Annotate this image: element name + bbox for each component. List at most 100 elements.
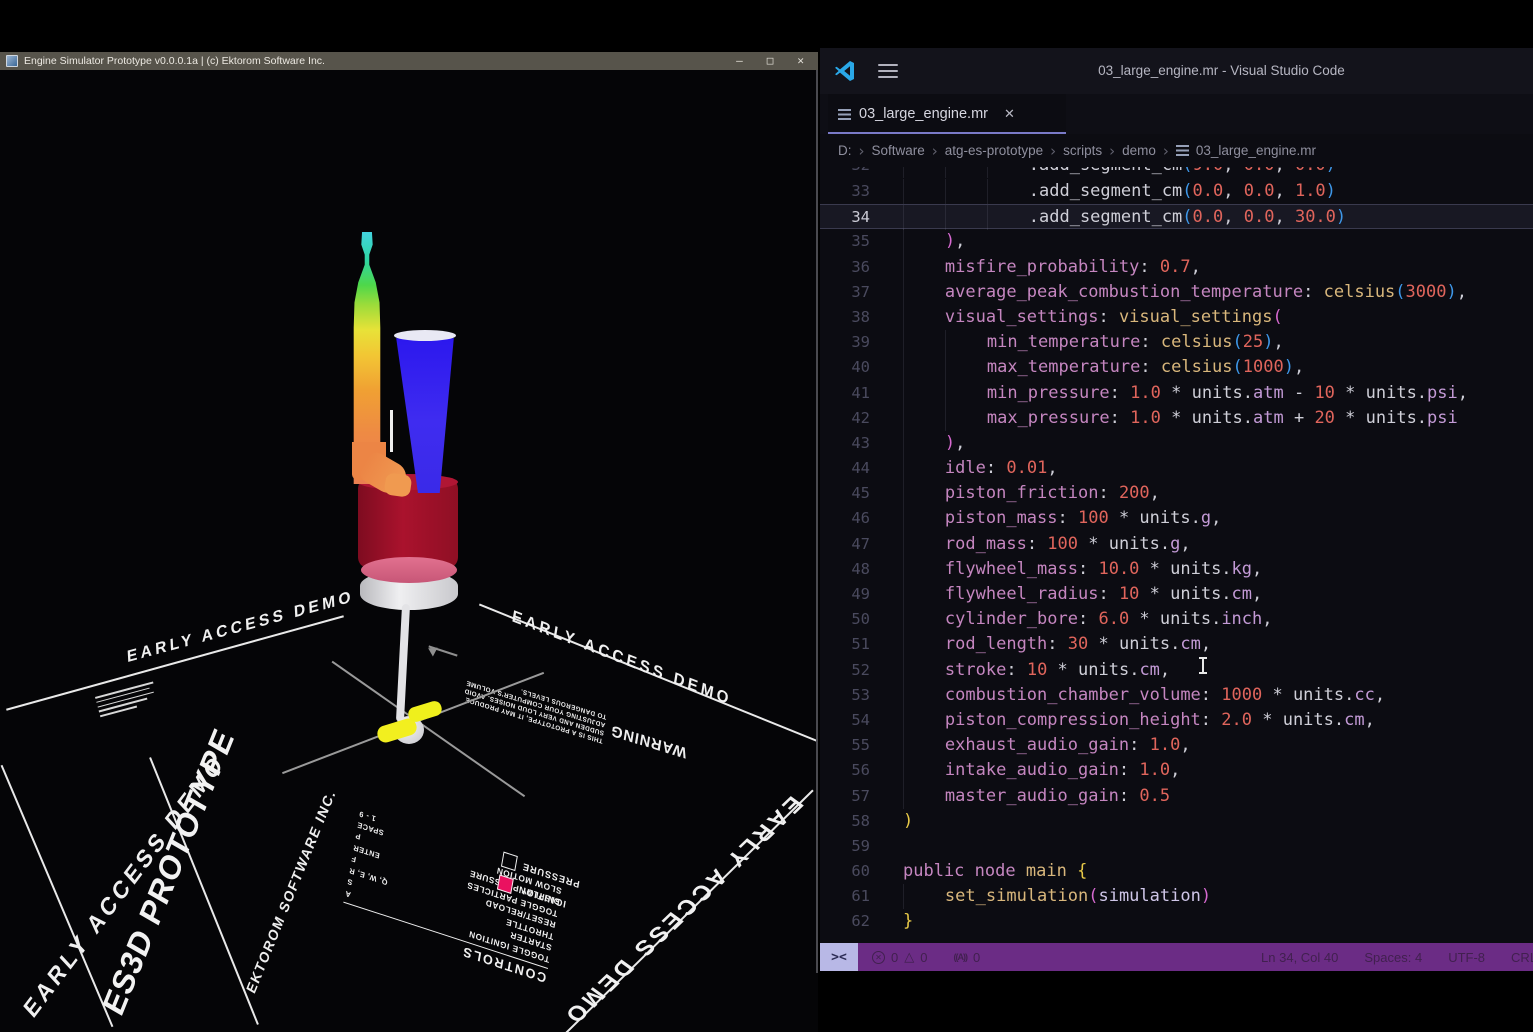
vscode-titlebar: 03_large_engine.mr - Visual Studio Code <box>820 48 1533 94</box>
chevron-right-icon: › <box>932 142 938 160</box>
code-line[interactable]: 62} <box>820 909 1533 934</box>
remote-indicator[interactable]: >< <box>820 943 858 971</box>
line-number: 50 <box>820 607 870 632</box>
code-lines: 32 .add_segment_cm(9.0, 0.0, 0.0)33 .add… <box>820 167 1533 935</box>
line-number: 51 <box>820 632 870 657</box>
intake-horn-rim <box>394 330 456 341</box>
line-number: 45 <box>820 481 870 506</box>
code-line[interactable]: 35 ), <box>820 229 1533 254</box>
tab-03-large-engine[interactable]: 03_large_engine.mr ✕ <box>828 94 1066 134</box>
line-number: 40 <box>820 355 870 380</box>
code-line[interactable]: 48 flywheel_mass: 10.0 * units.kg, <box>820 557 1533 582</box>
code-line[interactable]: 60public node main { <box>820 859 1533 884</box>
code-line[interactable]: 61 set_simulation(simulation) <box>820 884 1533 909</box>
code-line[interactable]: 32 .add_segment_cm(9.0, 0.0, 0.0) <box>820 167 1533 179</box>
3d-viewport[interactable]: EARLY ACCESS DEMO EARLY ACCESS DEMO EARL… <box>0 122 818 1032</box>
chevron-right-icon: › <box>1163 142 1169 160</box>
code-line[interactable]: 39 min_temperature: celsius(25), <box>820 330 1533 355</box>
code-line[interactable]: 56 intake_audio_gain: 1.0, <box>820 758 1533 783</box>
code-line[interactable]: 49 flywheel_radius: 10 * units.cm, <box>820 582 1533 607</box>
crank-pin <box>407 699 444 723</box>
code-line[interactable]: 52 stroke: 10 * units.cm, <box>820 658 1533 683</box>
status-indentation[interactable]: Spaces: 4 <box>1364 950 1422 965</box>
line-number: 39 <box>820 330 870 355</box>
line-number: 56 <box>820 758 870 783</box>
text-cursor-pointer <box>1202 658 1204 673</box>
code-line[interactable]: 45 piston_friction: 200, <box>820 481 1533 506</box>
maximize-button[interactable]: □ <box>767 52 774 70</box>
errors-count[interactable]: 0 <box>891 950 898 965</box>
line-number: 55 <box>820 733 870 758</box>
code-line[interactable]: 47 rod_mass: 100 * units.g, <box>820 532 1533 557</box>
code-line[interactable]: 50 cylinder_bore: 6.0 * units.inch, <box>820 607 1533 632</box>
code-line[interactable]: 55 exhaust_audio_gain: 1.0, <box>820 733 1533 758</box>
floor-text-early-access-demo: EARLY ACCESS DEMO <box>127 588 355 667</box>
line-number: 52 <box>820 658 870 683</box>
exhaust-elbow <box>384 472 413 497</box>
line-number: 61 <box>820 884 870 909</box>
code-line[interactable]: 34 .add_segment_cm(0.0, 0.0, 30.0) <box>820 204 1533 229</box>
line-number: 53 <box>820 683 870 708</box>
code-line[interactable]: 42 max_pressure: 1.0 * units.atm + 20 * … <box>820 406 1533 431</box>
code-line[interactable]: 53 combustion_chamber_volume: 1000 * uni… <box>820 683 1533 708</box>
line-number: 57 <box>820 784 870 809</box>
screen: { "left_app": { "titlebar": { "title": "… <box>0 0 1533 1023</box>
code-line[interactable]: 38 visual_settings: visual_settings( <box>820 305 1533 330</box>
warning-title: WARNING <box>609 722 688 762</box>
code-line[interactable]: 54 piston_compression_height: 2.0 * unit… <box>820 708 1533 733</box>
chevron-right-icon: › <box>859 142 865 160</box>
file-icon <box>838 109 851 120</box>
status-eol[interactable]: CRLF <box>1511 950 1533 965</box>
breadcrumb-item[interactable]: atg-es-prototype <box>945 143 1043 158</box>
line-number: 37 <box>820 280 870 305</box>
code-line[interactable]: 58) <box>820 809 1533 834</box>
floor-fine-print <box>95 681 159 720</box>
warnings-count[interactable]: 0 <box>920 950 927 965</box>
code-line[interactable]: 57 master_audio_gain: 0.5 <box>820 784 1533 809</box>
code-line[interactable]: 41 min_pressure: 1.0 * units.atm - 10 * … <box>820 381 1533 406</box>
close-button[interactable]: ✕ <box>797 52 804 70</box>
status-encoding[interactable]: UTF-8 <box>1448 950 1485 965</box>
code-line[interactable]: 59 <box>820 834 1533 859</box>
breadcrumb-item[interactable]: 03_large_engine.mr <box>1196 143 1316 158</box>
line-number: 54 <box>820 708 870 733</box>
line-number: 46 <box>820 506 870 531</box>
status-line-col[interactable]: Ln 34, Col 40 <box>1261 950 1338 965</box>
floor-warning: WARNING THIS IS A PROTOTYPE, IT MAY PROD… <box>531 691 689 770</box>
breadcrumb-item[interactable]: D: <box>838 143 852 158</box>
breadcrumb-item[interactable]: scripts <box>1063 143 1102 158</box>
app-icon <box>6 55 18 67</box>
breadcrumb-item[interactable]: Software <box>872 143 925 158</box>
engine-simulator-titlebar: Engine Simulator Prototype v0.0.0.1a | (… <box>0 52 818 70</box>
line-number: 36 <box>820 255 870 280</box>
warning-text: THIS IS A PROTOTYPE, IT MAY PRODUCESUDDE… <box>463 670 608 745</box>
floor-brand-subtitle: EKTOROM SOFTWARE INC. <box>243 786 339 996</box>
connecting-rod <box>396 604 410 722</box>
code-editor[interactable]: 32 .add_segment_cm(9.0, 0.0, 0.0)33 .add… <box>820 167 1533 943</box>
line-number: 33 <box>820 179 870 204</box>
line-number: 59 <box>820 834 870 859</box>
code-line[interactable]: 51 rod_length: 30 * units.cm, <box>820 632 1533 657</box>
line-number: 60 <box>820 859 870 884</box>
line-number: 38 <box>820 305 870 330</box>
ports-count[interactable]: 0 <box>973 950 980 965</box>
tab-close-icon[interactable]: ✕ <box>1004 106 1015 122</box>
engine-simulator-window: Engine Simulator Prototype v0.0.0.1a | (… <box>0 52 818 980</box>
code-line[interactable]: 37 average_peak_combustion_temperature: … <box>820 280 1533 305</box>
spark-plug <box>390 410 393 452</box>
code-line[interactable]: 36 misfire_probability: 0.7, <box>820 255 1533 280</box>
warnings-icon: △ <box>904 950 914 965</box>
vscode-window: 03_large_engine.mr - Visual Studio Code … <box>820 48 1533 971</box>
code-line[interactable]: 46 piston_mass: 100 * units.g, <box>820 506 1533 531</box>
line-number: 48 <box>820 557 870 582</box>
line-number: 44 <box>820 456 870 481</box>
chevron-right-icon: › <box>1050 142 1056 160</box>
breadcrumb-item[interactable]: demo <box>1122 143 1156 158</box>
minimize-button[interactable]: – <box>736 52 743 70</box>
tab-bar: 03_large_engine.mr ✕ <box>820 94 1533 134</box>
code-line[interactable]: 43 ), <box>820 431 1533 456</box>
line-number: 49 <box>820 582 870 607</box>
code-line[interactable]: 44 idle: 0.01, <box>820 456 1533 481</box>
code-line[interactable]: 33 .add_segment_cm(0.0, 0.0, 1.0) <box>820 179 1533 204</box>
code-line[interactable]: 40 max_temperature: celsius(1000), <box>820 355 1533 380</box>
